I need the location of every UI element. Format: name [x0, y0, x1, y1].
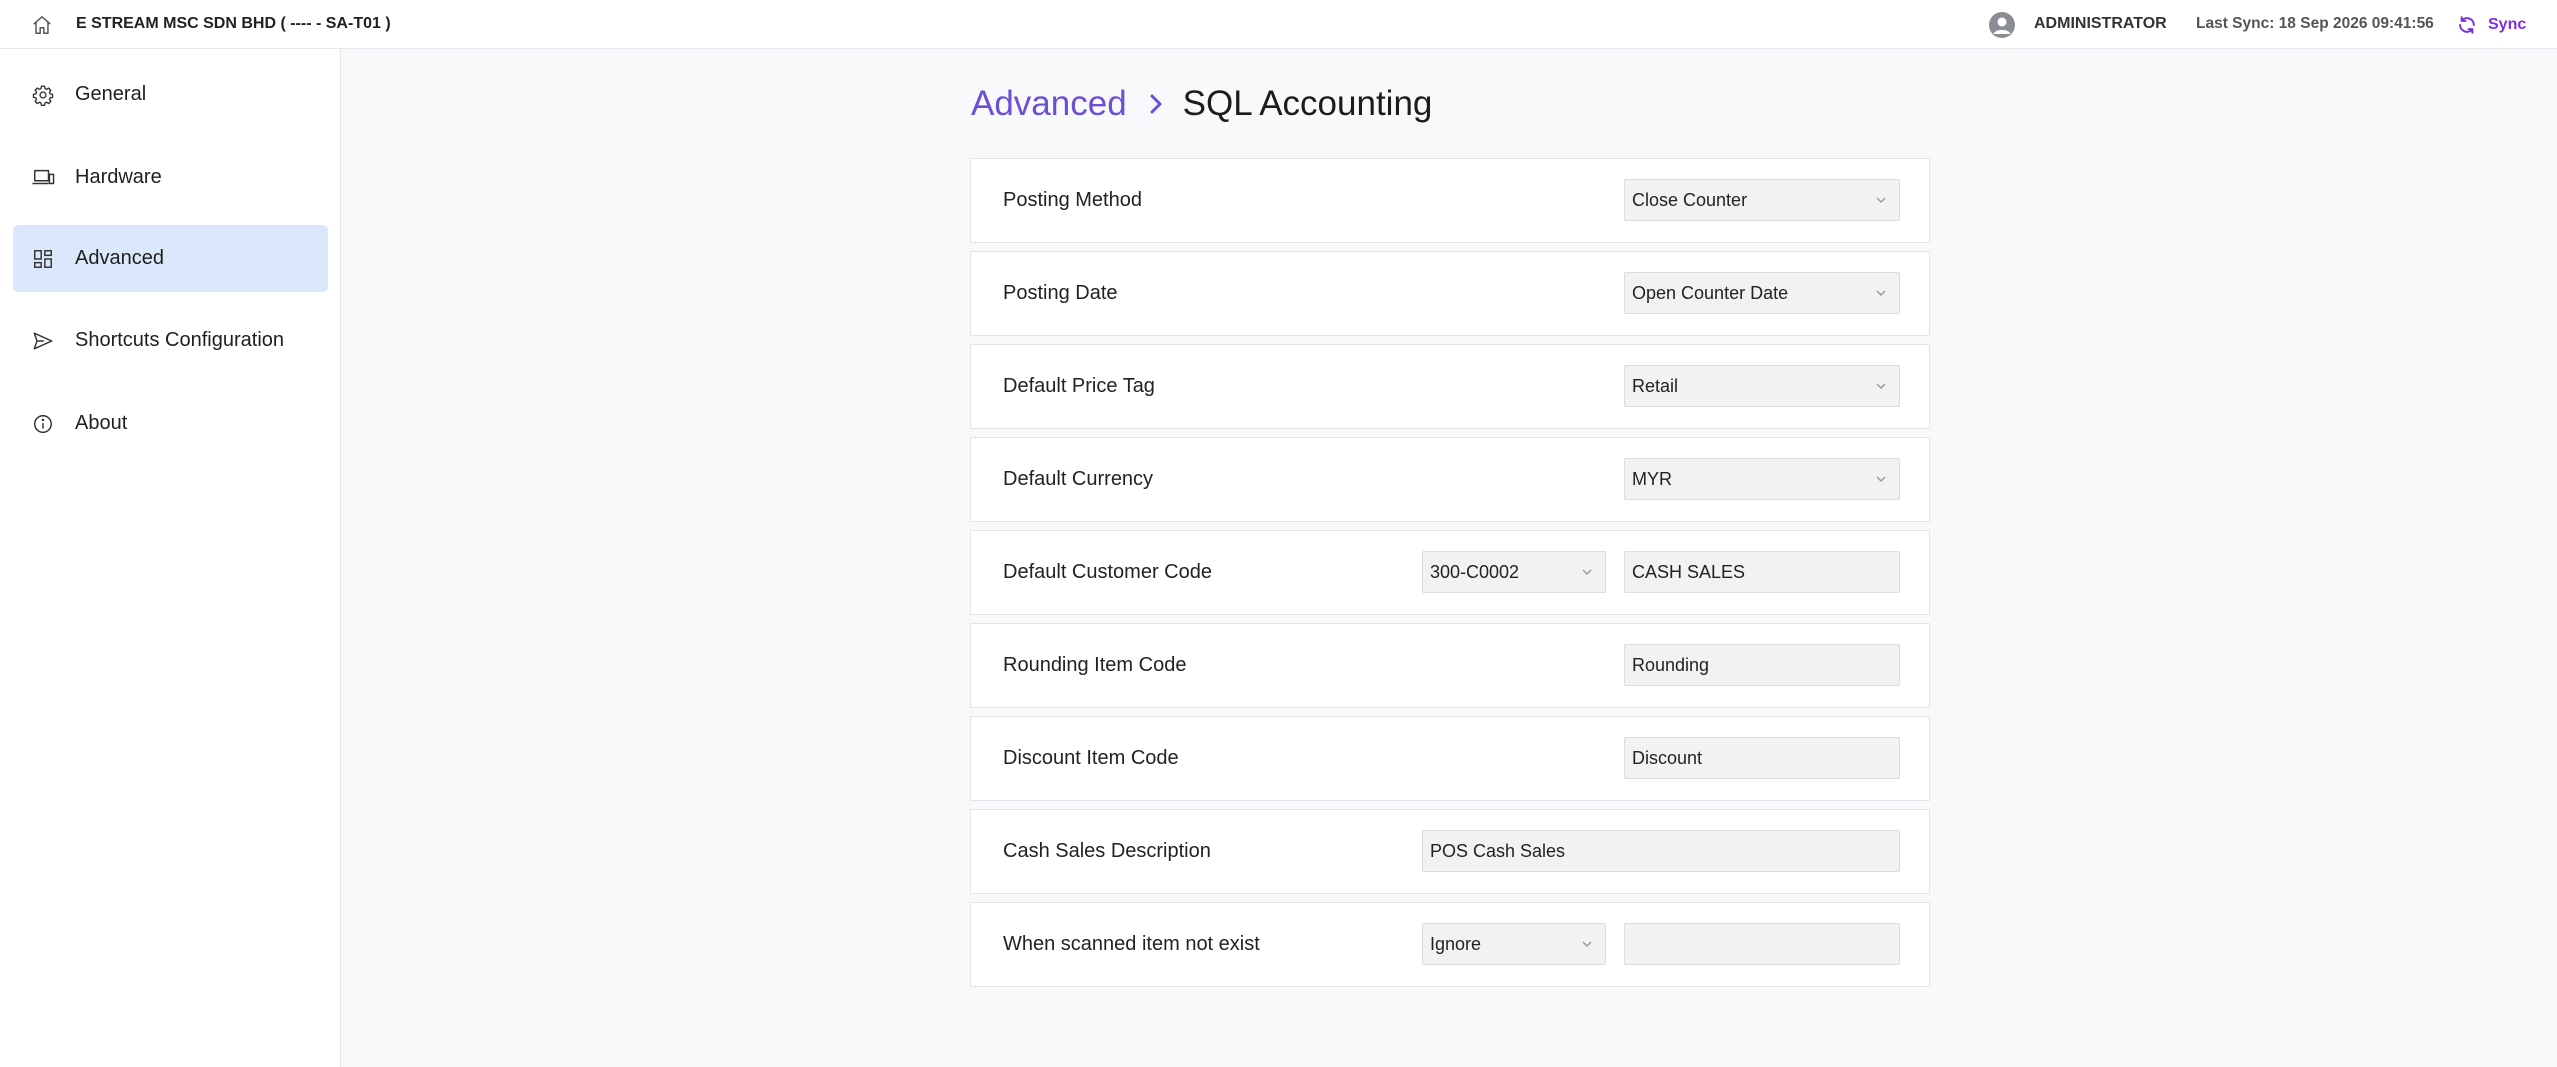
sync-icon — [2459, 16, 2475, 34]
posting-method-select[interactable]: Close Counter — [1624, 179, 1900, 221]
chevron-down-icon — [1875, 194, 1887, 206]
home-button[interactable] — [30, 13, 54, 37]
dashboard-icon — [31, 247, 55, 271]
info-icon — [31, 412, 55, 436]
sidebar-item-advanced[interactable]: Advanced — [13, 225, 328, 292]
send-icon — [31, 329, 55, 353]
chevron-down-icon — [1875, 287, 1887, 299]
setting-label: Rounding Item Code — [1003, 654, 1187, 676]
setting-row-default-customer-code: Default Customer Code 300-C0002 CASH SAL… — [970, 530, 1930, 615]
discount-item-code-field[interactable]: Discount — [1624, 737, 1900, 779]
scanned-item-extra-field[interactable] — [1624, 923, 1900, 965]
setting-row-default-currency: Default Currency MYR — [970, 437, 1930, 522]
sidebar: General Hardware Advanced Shortcuts Conf… — [0, 49, 341, 1067]
setting-row-discount-item-code: Discount Item Code Discount — [970, 716, 1930, 801]
last-sync-text: Last Sync: 18 Sep 2026 09:41:56 — [2196, 15, 2434, 32]
chevron-right-icon — [1149, 93, 1163, 115]
customer-name-field[interactable]: CASH SALES — [1624, 551, 1900, 593]
select-value: Retail — [1632, 376, 1679, 396]
default-currency-select[interactable]: MYR — [1624, 458, 1900, 500]
sidebar-item-shortcuts-configuration[interactable]: Shortcuts Configuration — [13, 307, 328, 374]
sidebar-item-label: About — [75, 412, 128, 434]
select-value: MYR — [1632, 469, 1672, 489]
page-title: SQL Accounting — [1182, 84, 1433, 123]
setting-row-posting-date: Posting Date Open Counter Date — [970, 251, 1930, 336]
cash-sales-description-field[interactable]: POS Cash Sales — [1422, 830, 1900, 872]
scanned-item-action-select[interactable]: Ignore — [1422, 923, 1606, 965]
setting-label: Posting Method — [1003, 189, 1142, 211]
select-value: Close Counter — [1632, 190, 1748, 210]
setting-label: Default Customer Code — [1003, 561, 1212, 583]
sidebar-item-label: Advanced — [75, 247, 164, 269]
top-bar: E STREAM MSC SDN BHD ( ---- - SA-T01 ) A… — [0, 0, 2557, 49]
chevron-down-icon — [1581, 566, 1593, 578]
customer-code-select[interactable]: 300-C0002 — [1422, 551, 1606, 593]
chevron-down-icon — [1875, 473, 1887, 485]
company-name: E STREAM MSC SDN BHD ( ---- - SA-T01 ) — [76, 15, 391, 32]
setting-label: When scanned item not exist — [1003, 933, 1260, 955]
setting-row-rounding-item-code: Rounding Item Code Rounding — [970, 623, 1930, 708]
sidebar-item-hardware[interactable]: Hardware — [13, 144, 328, 211]
select-value: Ignore — [1430, 934, 1482, 954]
setting-label: Discount Item Code — [1003, 747, 1179, 769]
setting-row-scanned-item-not-exist: When scanned item not exist Ignore — [970, 902, 1930, 987]
setting-label: Cash Sales Description — [1003, 840, 1211, 862]
sidebar-item-label: Hardware — [75, 166, 162, 188]
default-price-tag-select[interactable]: Retail — [1624, 365, 1900, 407]
gear-icon — [31, 83, 55, 107]
setting-label: Posting Date — [1003, 282, 1118, 304]
sidebar-item-general[interactable]: General — [13, 61, 328, 128]
setting-row-posting-method: Posting Method Close Counter — [970, 158, 1930, 243]
setting-row-default-price-tag: Default Price Tag Retail — [970, 344, 1930, 429]
posting-date-select[interactable]: Open Counter Date — [1624, 272, 1900, 314]
chevron-down-icon — [1875, 380, 1887, 392]
select-value: Open Counter Date — [1632, 283, 1789, 303]
sync-button[interactable]: Sync — [2456, 11, 2526, 39]
chevron-down-icon — [1581, 938, 1593, 950]
user-avatar-icon[interactable] — [1989, 12, 2015, 38]
sidebar-item-about[interactable]: About — [13, 390, 328, 457]
setting-row-cash-sales-description: Cash Sales Description POS Cash Sales — [970, 809, 1930, 894]
user-name[interactable]: ADMINISTRATOR — [2034, 14, 2167, 34]
sync-label: Sync — [2488, 16, 2527, 33]
sidebar-item-label: Shortcuts Configuration — [75, 329, 285, 351]
setting-label: Default Price Tag — [1003, 375, 1155, 397]
sidebar-item-label: General — [75, 83, 147, 105]
devices-icon — [31, 166, 55, 190]
breadcrumb: Advanced SQL Accounting — [971, 80, 1432, 128]
setting-label: Default Currency — [1003, 468, 1154, 490]
rounding-item-code-field[interactable]: Rounding — [1624, 644, 1900, 686]
select-value: 300-C0002 — [1430, 562, 1520, 582]
breadcrumb-parent-link[interactable]: Advanced — [971, 84, 1127, 124]
home-icon — [33, 16, 51, 34]
